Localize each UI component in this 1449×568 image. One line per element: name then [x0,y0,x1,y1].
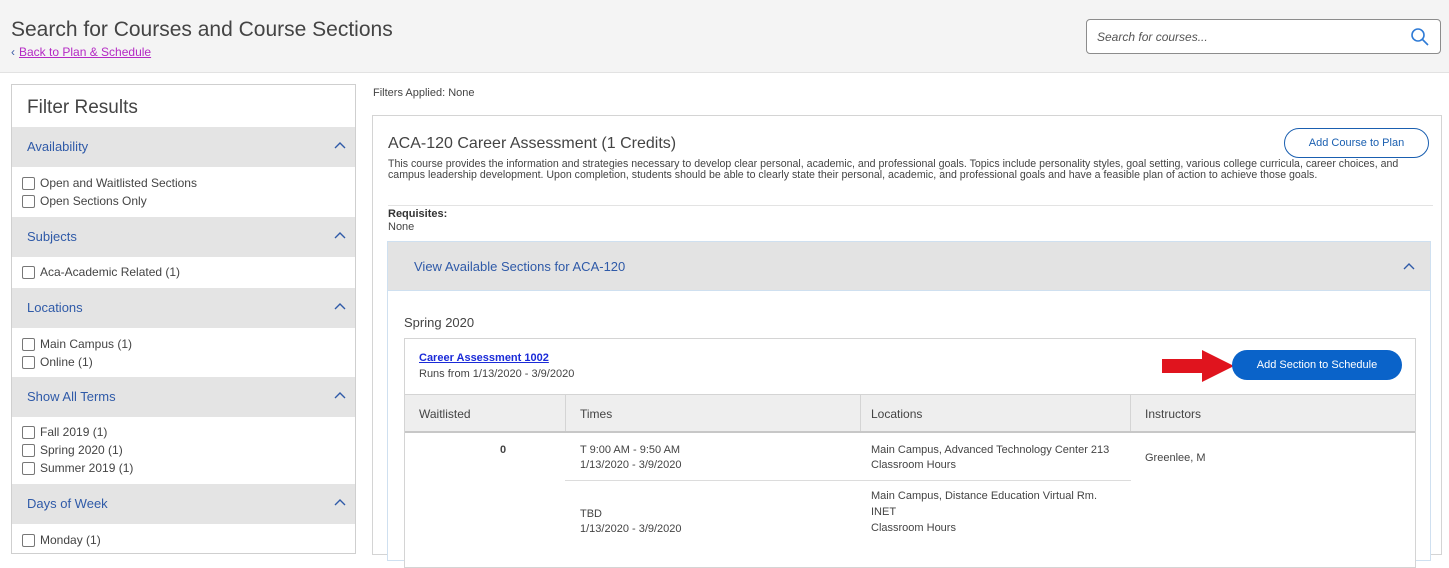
filter-option[interactable]: Online (1) [22,353,93,371]
filter-option[interactable]: Summer 2019 (1) [22,459,133,477]
meeting-location-2: INET [871,506,897,518]
meeting-time: T 9:00 AM - 9:50 AM [580,444,681,456]
facet-label: Availability [27,139,89,154]
column-header: Locations [871,407,923,421]
facet-availability[interactable]: Availability [12,127,355,167]
add-section-to-schedule-button[interactable]: Add Section to Schedule [1232,350,1402,380]
column-divider [1130,395,1131,431]
facet-show-all-terms[interactable]: Show All Terms [12,377,355,417]
facet-subjects[interactable]: Subjects [12,217,355,257]
option-label: Main Campus (1) [40,337,133,351]
option-label: Summer 2019 (1) [40,461,134,475]
term-label: Spring 2020 [404,315,475,330]
option-label: Open Sections Only [40,194,147,208]
meeting-time: TBD [580,508,602,520]
checkbox[interactable] [22,194,35,208]
filter-option[interactable]: Main Campus (1) [22,335,132,353]
sections-toggle-label: View Available Sections for ACA-120 [414,259,626,274]
meeting-type: Classroom Hours [871,522,956,534]
requisites-value: None [388,221,415,233]
filter-sidebar: Filter Results Availability Open and Wai… [11,84,356,554]
filter-results-title: Filter Results [27,97,138,118]
facet-label: Show All Terms [27,389,116,404]
filter-option[interactable]: Aca-Academic Related (1) [22,263,180,281]
option-label: Online (1) [40,355,93,369]
search-input[interactable] [1095,26,1399,48]
divider [388,205,1433,206]
filters-applied: Filters Applied: None [373,87,475,99]
column-header: Times [580,407,613,421]
chevron-left-icon: ‹ [11,45,15,59]
chevron-up-icon [334,392,346,399]
column-divider [565,395,566,431]
meeting-type: Classroom Hours [871,459,956,471]
meeting-dates: 1/13/2020 - 3/9/2020 [580,523,682,535]
course-description: This course provides the information and… [388,158,1399,181]
chevron-up-icon [1403,263,1415,270]
instructor-name: Greenlee, M [1145,452,1206,464]
add-course-to-plan-button[interactable]: Add Course to Plan [1284,128,1429,158]
filter-option[interactable]: Open and Waitlisted Sections [22,174,197,192]
option-label: Monday (1) [40,533,101,547]
requisites-label: Requisites: [388,208,448,220]
option-label: Aca-Academic Related (1) [40,265,181,279]
filter-option[interactable]: Spring 2020 (1) [22,441,123,459]
row-divider [565,480,1131,481]
checkbox[interactable] [22,533,35,547]
course-card: ACA-120 Career Assessment (1 Credits) Ad… [372,115,1442,568]
back-link-label: Back to Plan & Schedule [19,45,152,59]
filter-option[interactable]: Monday (1) [22,531,101,549]
back-to-plan-link[interactable]: ‹ Back to Plan & Schedule [11,45,151,59]
sections-panel: View Available Sections for ACA-120 Spri… [387,241,1431,568]
column-header: Waitlisted [419,407,471,421]
meeting-location: Main Campus, Distance Education Virtual … [871,490,1098,502]
arrow-right-icon [1162,350,1234,382]
page-header: Search for Courses and Course Sections ‹… [0,0,1449,73]
checkbox[interactable] [22,355,35,369]
facet-days-of-week[interactable]: Days of Week [12,484,355,524]
search-icon[interactable] [1410,27,1430,47]
checkbox[interactable] [22,461,35,475]
chevron-up-icon [334,499,346,506]
option-label: Spring 2020 (1) [40,443,123,457]
chevron-up-icon [334,142,346,149]
chevron-up-icon [334,232,346,239]
meeting-dates: 1/13/2020 - 3/9/2020 [580,459,682,471]
checkbox[interactable] [22,337,35,351]
search-box[interactable] [1086,19,1441,54]
option-label: Open and Waitlisted Sections [40,176,197,190]
checkbox[interactable] [22,443,35,457]
course-title: ACA-120 Career Assessment (1 Credits) [388,135,677,152]
column-divider [860,395,861,431]
checkbox[interactable] [22,176,35,190]
table-header: Waitlisted Times Locations Instructors [405,394,1415,433]
option-label: Fall 2019 (1) [40,425,108,439]
checkbox[interactable] [22,425,35,439]
facet-label: Locations [27,300,83,315]
column-header: Instructors [1145,407,1202,421]
facet-label: Subjects [27,229,77,244]
section-name-link[interactable]: Career Assessment 1002 [419,352,549,364]
facet-label: Days of Week [27,496,108,511]
waitlisted-count: 0 [500,444,507,456]
filter-option[interactable]: Open Sections Only [22,192,147,210]
chevron-up-icon [334,303,346,310]
meeting-location: Main Campus, Advanced Technology Center … [871,444,1110,456]
filter-option[interactable]: Fall 2019 (1) [22,423,107,441]
section-runs: Runs from 1/13/2020 - 3/9/2020 [419,368,575,380]
page-title: Search for Courses and Course Sections [11,18,393,41]
checkbox[interactable] [22,265,35,279]
view-sections-toggle[interactable]: View Available Sections for ACA-120 [388,242,1430,291]
section-card: Career Assessment 1002 Runs from 1/13/20… [404,338,1416,568]
facet-locations[interactable]: Locations [12,288,355,328]
